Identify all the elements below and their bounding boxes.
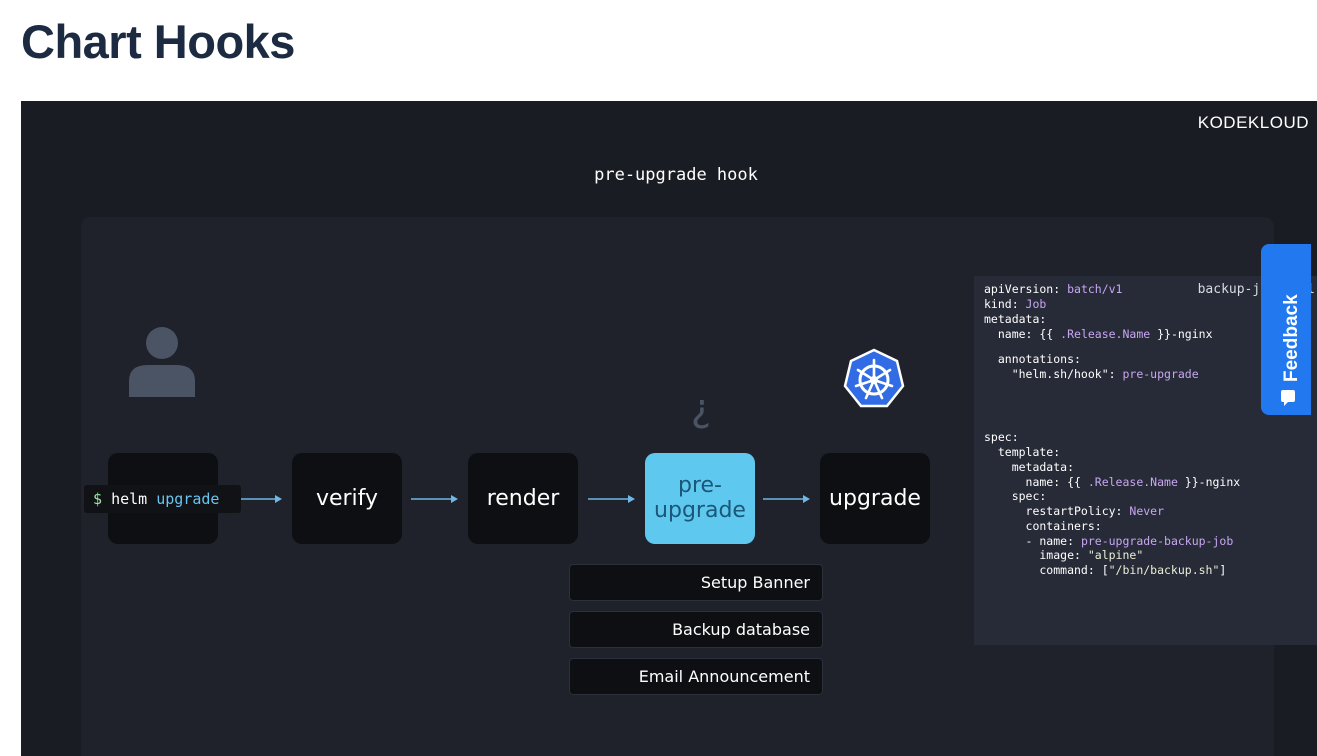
code-line: spec: [984, 430, 1019, 444]
step-verify: verify [292, 453, 402, 544]
arrow-to-pre-upgrade [588, 495, 635, 503]
helm-upgrade-command: $ helm upgrade [84, 485, 241, 513]
pre-upgrade-label-line1: pre- [678, 473, 722, 499]
command-tool: helm [111, 490, 148, 508]
arrow-to-upgrade [763, 495, 810, 503]
slide-image: KODEKLOUD pre-upgrade hook ¿ $ helm upgr… [21, 101, 1317, 756]
slide-title: pre-upgrade hook [594, 165, 758, 185]
arrow-to-verify [241, 495, 282, 503]
code-line: kind: Job [984, 297, 1047, 311]
chat-bubble-icon [1281, 390, 1295, 406]
pre-upgrade-label-line2: upgrade [654, 497, 746, 523]
code-line: name: {{ .Release.Name }}-nginx [984, 475, 1241, 489]
code-line: name: {{ .Release.Name }}-nginx [984, 327, 1213, 341]
code-line: metadata: [984, 460, 1075, 474]
code-line: containers: [984, 519, 1102, 533]
step-render: render [468, 453, 578, 544]
step-upgrade: upgrade [820, 453, 930, 544]
hook-icon: ¿ [690, 386, 712, 430]
code-line: template: [984, 445, 1061, 459]
feedback-tab[interactable]: Feedback [1261, 244, 1311, 415]
step-pre-upgrade: pre- upgrade [645, 453, 755, 544]
hook-task-email-announcement: Email Announcement [569, 658, 823, 695]
code-line: image: "alpine" [984, 548, 1144, 562]
arrow-to-render [411, 495, 458, 503]
code-line: - name: pre-upgrade-backup-job [984, 534, 1234, 548]
kodekloud-logo: KODEKLOUD [1197, 113, 1309, 132]
page-title: Chart Hooks [21, 15, 295, 68]
code-line: spec: [984, 489, 1047, 503]
hook-task-setup-banner: Setup Banner [569, 564, 823, 601]
code-line: annotations: [984, 352, 1081, 366]
code-line: command: ["/bin/backup.sh"] [984, 563, 1227, 577]
command-prompt: $ [93, 490, 103, 508]
kubernetes-icon [843, 348, 905, 408]
feedback-label: Feedback [1281, 294, 1302, 382]
code-line: apiVersion: batch/v1 [984, 282, 1123, 296]
user-icon [129, 327, 195, 397]
code-line: "helm.sh/hook": pre-upgrade [984, 367, 1199, 381]
hook-task-backup-database: Backup database [569, 611, 823, 648]
code-line: restartPolicy: Never [984, 504, 1165, 518]
command-subcommand: upgrade [156, 490, 220, 508]
code-line: metadata: [984, 312, 1047, 326]
